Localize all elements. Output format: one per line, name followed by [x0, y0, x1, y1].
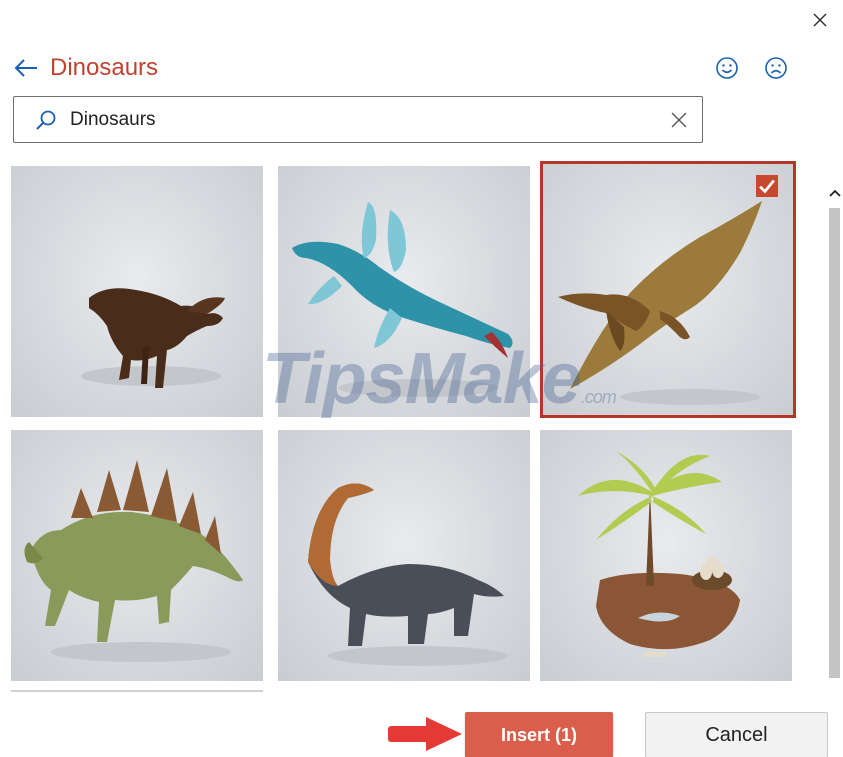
clear-icon [671, 112, 687, 128]
result-tile-plesiosaur[interactable] [278, 166, 530, 417]
page-title: Dinosaurs [50, 54, 159, 81]
close-icon [813, 13, 827, 27]
result-tile-parasaurolophus[interactable] [11, 166, 263, 417]
result-tile-stegosaurus[interactable] [11, 430, 263, 681]
frown-face-icon [765, 57, 787, 79]
smile-feedback-button[interactable] [712, 53, 742, 83]
frown-feedback-button[interactable] [761, 53, 791, 83]
scroll-up-button[interactable] [826, 182, 843, 204]
stegosaurus-image [24, 460, 243, 662]
search-box [13, 96, 703, 143]
chevron-up-icon [828, 189, 841, 197]
pterodactyl-image [558, 201, 762, 405]
arrow-left-icon [14, 59, 37, 77]
close-button[interactable] [808, 8, 832, 32]
clear-search-button[interactable] [666, 107, 692, 133]
pointer-arrow-icon [388, 717, 462, 751]
plesiosaur-image [292, 202, 513, 397]
parasaurolophus-image [81, 288, 225, 388]
scroll-thumb[interactable] [829, 208, 840, 678]
result-tile-brachiosaurus[interactable] [278, 430, 530, 681]
nest-island-image [578, 450, 740, 657]
insert-button[interactable]: Insert (1) [465, 712, 613, 757]
smile-face-icon [716, 57, 738, 79]
cancel-button[interactable]: Cancel [645, 712, 828, 757]
next-row-preview [11, 690, 263, 692]
search-icon [36, 110, 56, 130]
results-scrollbar[interactable] [826, 160, 843, 695]
results-grid [0, 158, 843, 698]
back-button[interactable] [12, 54, 40, 82]
checkmark-icon [759, 179, 775, 194]
brachiosaurus-image [308, 483, 508, 666]
result-tile-pterodactyl[interactable] [540, 161, 796, 418]
selected-check-badge [756, 175, 778, 197]
result-tile-nest-island[interactable] [540, 430, 792, 681]
search-input[interactable] [70, 104, 650, 136]
